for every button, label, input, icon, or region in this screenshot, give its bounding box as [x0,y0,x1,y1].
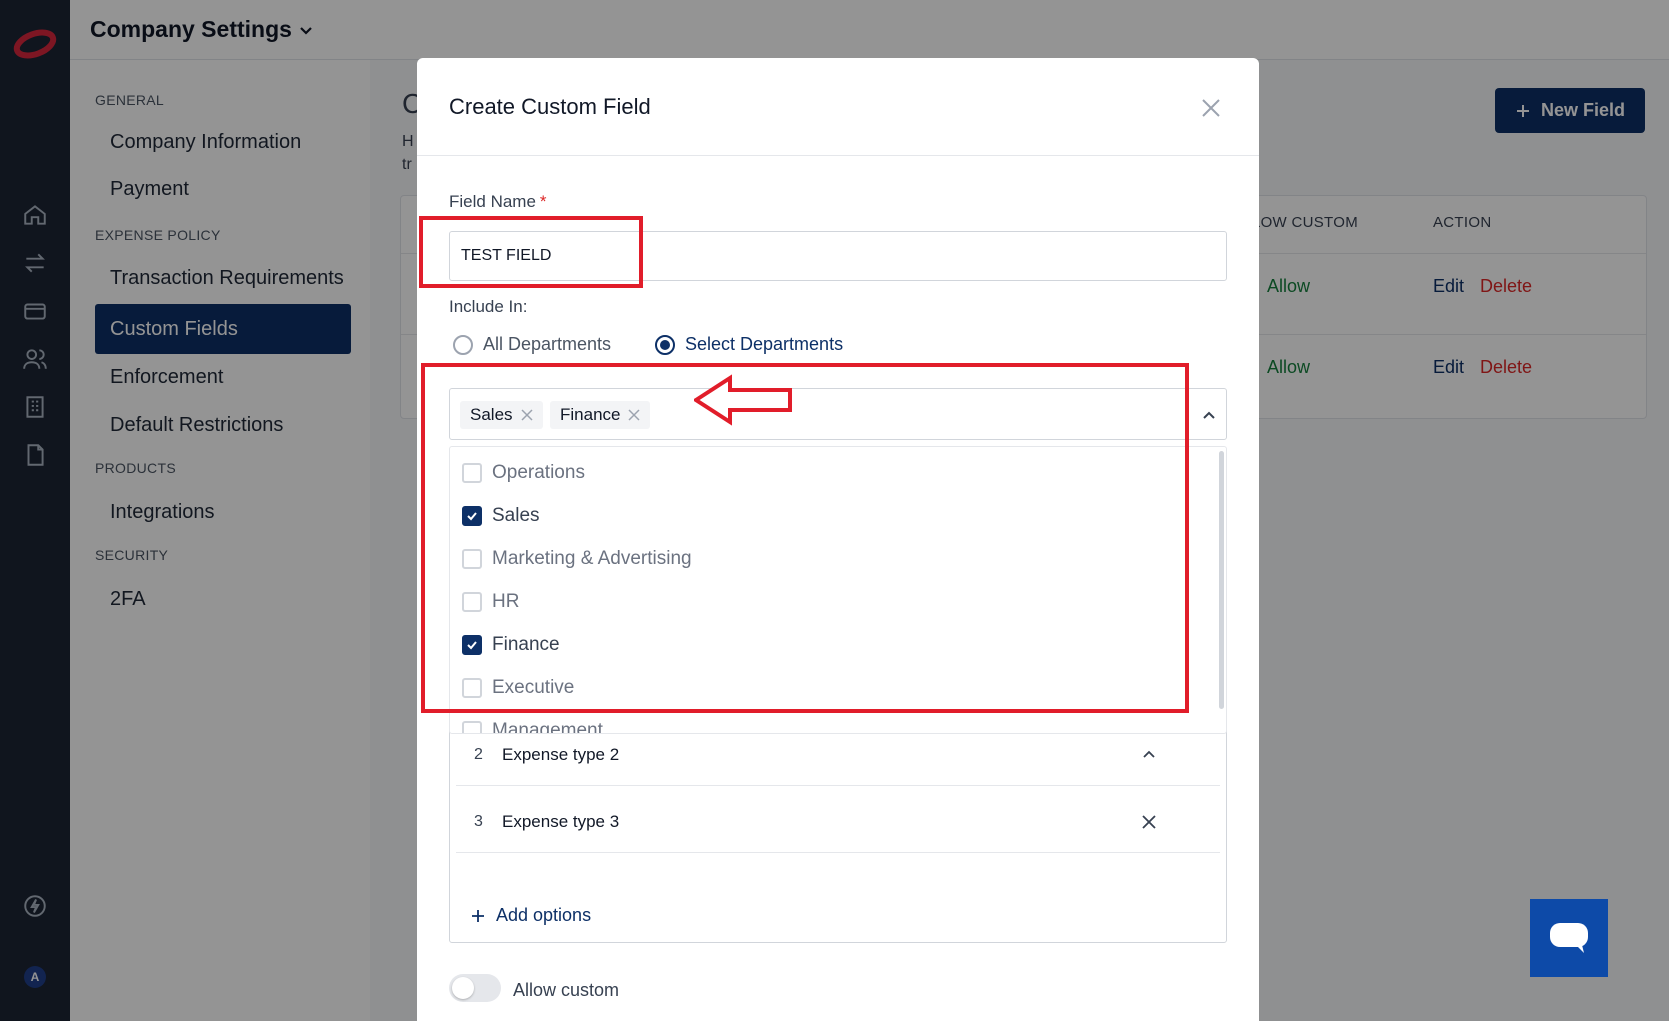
add-options-button[interactable]: Add options [470,905,591,926]
allow-custom-label: Allow custom [513,980,620,1000]
arrow-left-icon [694,374,792,426]
option-row: 3 Expense type 3 [456,791,1220,853]
required-marker: * [539,192,547,211]
close-icon[interactable] [1199,96,1223,120]
options-panel: 2 Expense type 2 3 Expense type 3 Add op… [449,718,1227,943]
checkbox-icon[interactable] [462,721,482,733]
field-name-label: Field Name * [449,192,547,211]
dropdown-scrollbar[interactable] [1219,451,1224,709]
allow-custom-toggle[interactable] [449,974,501,1002]
radio-selected-icon [655,334,675,355]
chat-bubble-icon [1550,923,1588,953]
dept-option-management[interactable]: Management [462,720,603,733]
chevron-up-icon[interactable] [1141,747,1157,763]
radio-circle-icon [453,334,473,355]
include-in-label: Include In: [449,297,528,316]
radio-all-departments[interactable]: All Departments [453,334,611,355]
chevron-up-icon[interactable] [1200,407,1218,425]
annotation-box-departments [421,363,1189,713]
close-icon[interactable] [1141,814,1157,830]
chat-widget-button[interactable] [1530,899,1608,977]
modal-header: Create Custom Field [417,58,1259,156]
plus-icon [472,909,484,922]
modal-title: Create Custom Field [449,94,651,119]
annotation-box-field-name [419,216,643,288]
radio-select-departments[interactable]: Select Departments [655,334,843,355]
